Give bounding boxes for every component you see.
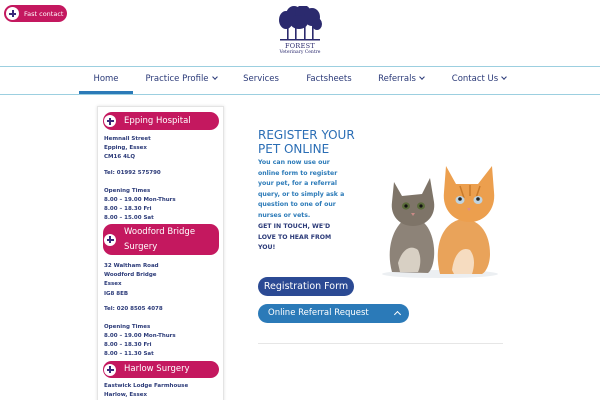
online-referral-request-button[interactable]: Online Referral Request — [258, 304, 409, 323]
chevron-down-icon — [211, 74, 218, 80]
opening-hours: 8.00 – 19.00 Mon-Thurs 8.00 – 18.30 Fri … — [104, 333, 176, 358]
nav-item-referrals[interactable]: Referrals — [372, 67, 430, 94]
logo-name: FOREST — [284, 42, 316, 50]
register-title-line2: PET ONLINE — [258, 142, 330, 156]
nav-item-contact-us[interactable]: Contact Us — [446, 67, 512, 94]
nav-item-home[interactable]: Home — [79, 67, 133, 94]
location-harlow-surgery[interactable]: Harlow Surgery — [103, 361, 219, 378]
location-name: Epping Hospital — [124, 116, 191, 126]
location-phone[interactable]: Tel: 01992 575790 — [104, 169, 161, 178]
location-phone[interactable]: Tel: 020 8505 4078 — [104, 305, 163, 314]
registration-form-button[interactable]: Registration Form — [258, 277, 354, 296]
fast-contact-button[interactable]: Fast contact — [4, 5, 67, 22]
nav-item-factsheets[interactable]: Factsheets — [300, 67, 358, 94]
nav-item-label: Referrals — [378, 74, 416, 84]
hours-title: Opening Times — [104, 188, 151, 194]
register-description: You can now use our online form to regis… — [258, 159, 345, 219]
grey-kitten-pupil-right — [419, 204, 423, 208]
grey-kitten-pupil-left — [404, 204, 408, 208]
nav-item-practice-profile[interactable]: Practice Profile — [141, 67, 221, 94]
nav-item-services[interactable]: Services — [236, 67, 286, 94]
chevron-up-icon — [393, 310, 402, 319]
orange-kitten-head — [443, 166, 495, 222]
content-divider — [258, 343, 503, 344]
logo-subtitle: Veterinary Centre — [279, 50, 321, 55]
locations-sidebar: Epping Hospital Hemnall Street Epping, E… — [97, 106, 224, 400]
location-epping-hospital[interactable]: Epping Hospital — [103, 112, 219, 130]
location-address: Eastwick Lodge Farmhouse Harlow, Essex — [104, 383, 189, 399]
plus-icon — [104, 233, 116, 246]
plus-icon — [6, 7, 19, 20]
plus-icon — [104, 363, 116, 376]
grey-kitten-head — [391, 178, 435, 226]
nav-item-label: Contact Us — [451, 74, 499, 84]
chevron-down-icon — [419, 74, 425, 80]
orange-kitten-pupil-right — [476, 197, 480, 201]
location-name: Woodford Bridge Surgery — [124, 225, 195, 255]
register-title: REGISTER YOUR PET ONLINE — [258, 128, 355, 156]
nav-item-label: Practice Profile — [145, 74, 209, 84]
plus-icon — [104, 115, 116, 127]
forest-logo[interactable]: FOREST Veterinary Centre — [271, 6, 329, 60]
get-in-touch-text: GET IN TOUCH, WE'D LOVE TO HEAR FROM YOU… — [258, 223, 332, 251]
location-name-line1: Woodford Bridge — [124, 226, 196, 237]
referral-button-label: Online Referral Request — [268, 308, 369, 318]
nav-bottom-divider — [0, 94, 600, 95]
location-name: Harlow Surgery — [124, 364, 190, 374]
location-address: Hemnall Street Epping, Essex CM16 4LQ — [104, 136, 151, 161]
nav-item-label: Home — [93, 74, 119, 84]
orange-kitten-pupil-left — [458, 197, 462, 201]
location-woodford-bridge[interactable]: Woodford Bridge Surgery — [103, 224, 219, 255]
register-title-line1: REGISTER YOUR — [258, 128, 355, 142]
main-nav: Home Practice Profile Services Factsheet… — [0, 67, 600, 94]
opening-hours: 8.00 – 19.00 Mon-Thurs 8.00 – 18.30 Fri … — [104, 197, 176, 222]
forest-trees-logo-icon — [279, 6, 322, 41]
nav-item-label: Factsheets — [306, 74, 352, 84]
location-name-line2: Surgery — [124, 241, 158, 252]
nav-item-label: Services — [243, 74, 279, 84]
hours-title: Opening Times — [104, 324, 151, 330]
fast-contact-label: Fast contact — [24, 9, 64, 18]
chevron-down-icon — [501, 74, 508, 80]
location-address: 32 Waltham Road Woodford Bridge Essex IG… — [104, 263, 159, 297]
kittens-image — [382, 166, 498, 278]
